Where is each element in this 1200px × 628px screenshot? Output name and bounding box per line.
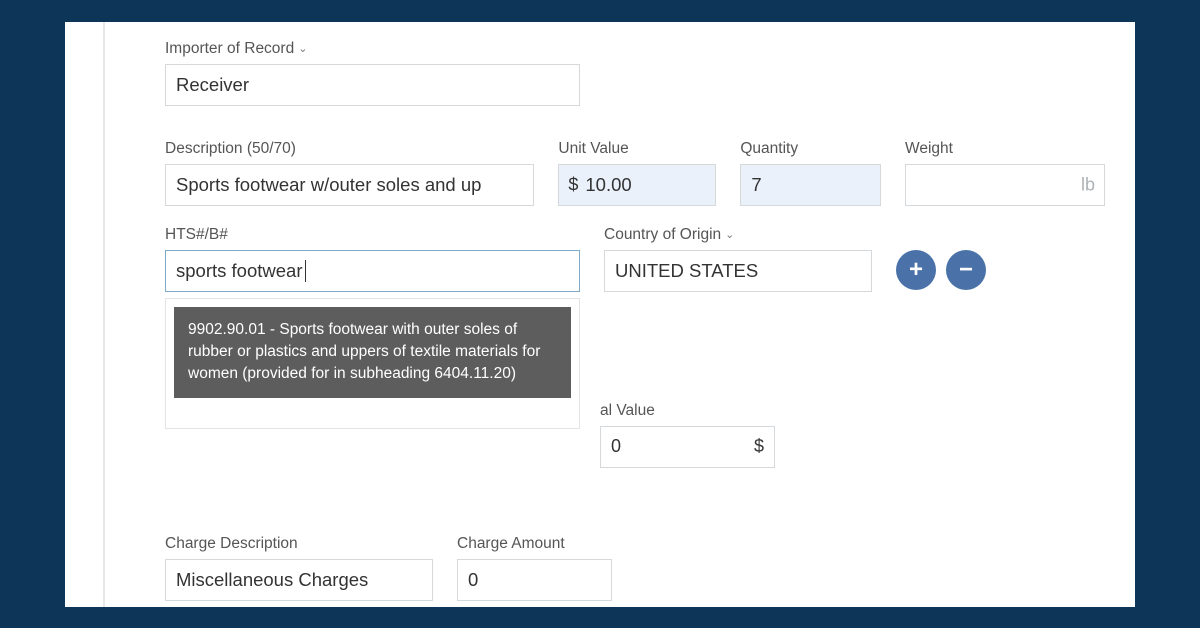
hts-input[interactable]: sports footwear (165, 250, 580, 292)
hts-label: HTS#/B# (165, 226, 580, 244)
chevron-down-icon[interactable]: ⌄ (298, 42, 307, 55)
charge-amount-value: 0 (468, 569, 478, 591)
text-cursor (305, 260, 306, 282)
country-input[interactable]: UNITED STATES (604, 250, 872, 292)
chevron-down-icon[interactable]: ⌄ (725, 228, 734, 241)
remove-button[interactable]: − (946, 250, 986, 290)
importer-input[interactable]: Receiver (165, 64, 580, 106)
importer-label: Importer of Record ⌄ (165, 40, 580, 58)
country-field: Country of Origin ⌄ UNITED STATES (604, 226, 872, 292)
quantity-input[interactable] (740, 164, 881, 206)
unit-value-field: Unit Value $ (558, 140, 716, 206)
importer-value: Receiver (176, 74, 249, 96)
charge-description-input[interactable]: Miscellaneous Charges (165, 559, 433, 601)
weight-input[interactable] (905, 164, 1105, 206)
total-value-value: 0 (611, 436, 621, 457)
country-label-text: Country of Origin (604, 226, 721, 244)
weight-unit-suffix: lb (1081, 174, 1095, 195)
charge-amount-field: Charge Amount 0 (457, 535, 612, 601)
description-field: Description (50/70) Sports footwear w/ou… (165, 140, 534, 206)
total-value-suffix: $ (754, 436, 764, 457)
charge-amount-input[interactable]: 0 (457, 559, 612, 601)
country-value: UNITED STATES (615, 260, 758, 282)
charge-description-label: Charge Description (165, 535, 433, 553)
plus-icon: + (909, 256, 923, 284)
unit-value-input[interactable] (558, 164, 716, 206)
form-panel: Importer of Record ⌄ Receiver Descriptio… (65, 22, 1135, 607)
description-value: Sports footwear w/outer soles and up (176, 174, 481, 196)
weight-label: Weight (905, 140, 1105, 158)
description-label: Description (50/70) (165, 140, 534, 158)
unit-value-label: Unit Value (558, 140, 716, 158)
total-value-label: al Value (600, 402, 775, 420)
left-border (103, 22, 105, 607)
currency-prefix: $ (568, 174, 578, 195)
quantity-label: Quantity (740, 140, 881, 158)
description-input[interactable]: Sports footwear w/outer soles and up (165, 164, 534, 206)
weight-field: Weight lb (905, 140, 1105, 206)
country-label: Country of Origin ⌄ (604, 226, 872, 244)
hts-dropdown: 9902.90.01 - Sports footwear with outer … (165, 298, 580, 429)
total-value-field: al Value 0 $ (600, 402, 775, 468)
hts-field: HTS#/B# sports footwear 9902.90.01 - Spo… (165, 226, 580, 292)
action-buttons: + − (896, 250, 986, 290)
importer-field: Importer of Record ⌄ Receiver (165, 40, 580, 106)
charge-amount-label: Charge Amount (457, 535, 612, 553)
hts-value: sports footwear (176, 260, 302, 282)
total-value-input[interactable]: 0 $ (600, 426, 775, 468)
importer-label-text: Importer of Record (165, 40, 294, 58)
charge-description-value: Miscellaneous Charges (176, 569, 368, 591)
hts-suggestion-item[interactable]: 9902.90.01 - Sports footwear with outer … (174, 307, 571, 398)
charge-description-field: Charge Description Miscellaneous Charges (165, 535, 433, 601)
add-button[interactable]: + (896, 250, 936, 290)
minus-icon: − (959, 256, 973, 284)
quantity-field: Quantity (740, 140, 881, 206)
